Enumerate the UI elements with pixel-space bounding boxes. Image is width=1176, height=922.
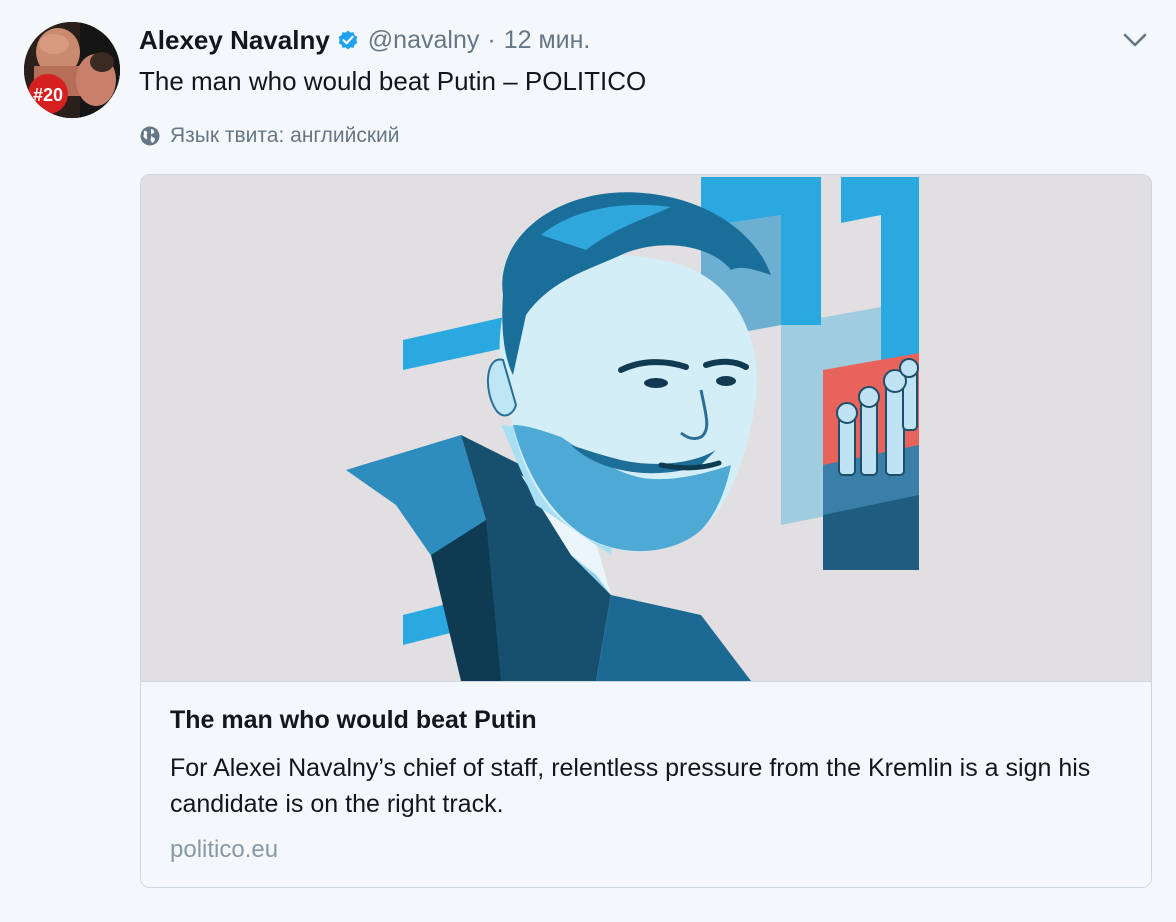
card-illustration xyxy=(141,175,1151,681)
tweet-header: Alexey Navalny @navalny · 12 мин. xyxy=(139,22,590,58)
card-domain: politico.eu xyxy=(170,836,279,863)
tweet-language-note[interactable]: Язык твита: английский xyxy=(139,122,399,150)
verified-badge-icon xyxy=(336,28,360,52)
avatar-badge: #20 xyxy=(33,85,63,105)
avatar-photo: #20 xyxy=(24,22,120,118)
tweet-timestamp[interactable]: 12 мин. xyxy=(504,26,591,55)
card-body: The man who would beat Putin For Alexei … xyxy=(141,682,1151,887)
avatar[interactable]: #20 xyxy=(24,22,120,118)
chevron-down-icon[interactable] xyxy=(1118,28,1152,52)
author-handle[interactable]: @navalny xyxy=(368,26,480,55)
author-name[interactable]: Alexey Navalny xyxy=(139,25,330,56)
globe-icon xyxy=(139,125,161,147)
card-description: For Alexei Navalny’s chief of staff, rel… xyxy=(170,754,1091,818)
header-separator: · xyxy=(487,25,496,54)
link-card[interactable]: The man who would beat Putin For Alexei … xyxy=(140,174,1152,888)
card-title: The man who would beat Putin xyxy=(170,706,537,734)
card-image xyxy=(141,175,1151,682)
language-note-text: Язык твита: английский xyxy=(170,124,400,147)
tweet-text: The man who would beat Putin – POLITICO xyxy=(139,66,647,96)
